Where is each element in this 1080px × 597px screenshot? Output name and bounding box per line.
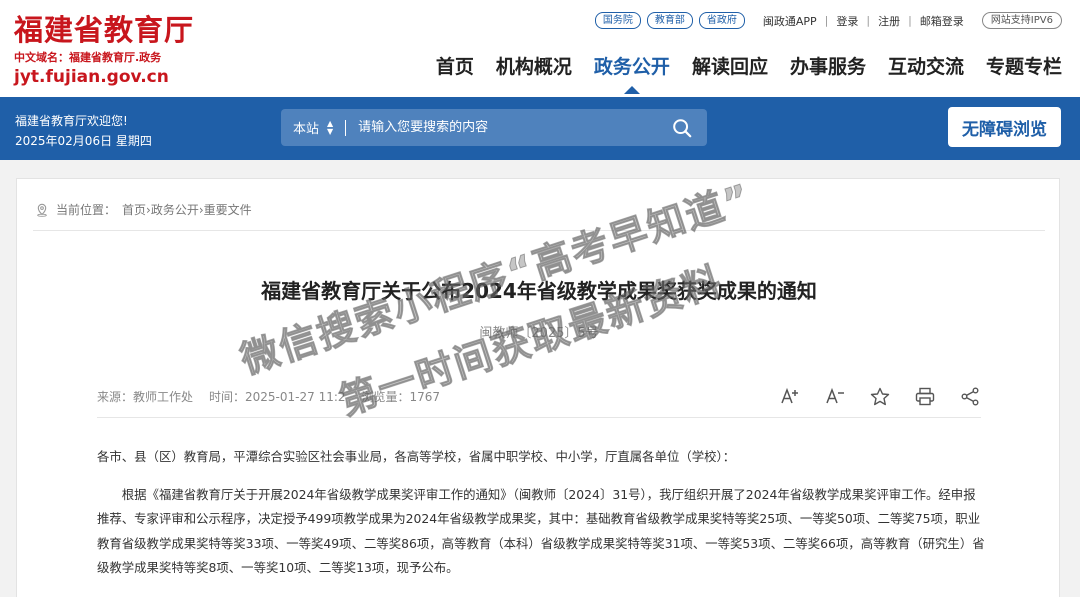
logo-title: 福建省教育厅 (14, 13, 195, 47)
nav-home[interactable]: 首页 (436, 52, 474, 79)
nav-government-affairs[interactable]: 政务公开 (593, 52, 670, 94)
site-header: 福建省教育厅 中文域名：福建省教育厅.政务 jyt.fujian.gov.cn … (0, 0, 1080, 97)
logo-subtitle: 中文域名：福建省教育厅.政务 (14, 51, 162, 64)
active-caret-icon (623, 86, 640, 94)
divider (33, 230, 1045, 231)
nav-special-topics[interactable]: 专题专栏 (986, 52, 1062, 79)
search-input[interactable] (358, 120, 671, 135)
link-ministry-of-education[interactable]: 教育部 (646, 12, 693, 29)
article-paragraph: 各市、县（区）教育局，平潭综合实验区社会事业局，各高等学校，省属中职学校、中小学… (97, 449, 736, 464)
divider (97, 417, 981, 418)
article-tools (756, 385, 981, 407)
link-register[interactable]: 注册 (878, 13, 900, 29)
link-mail-login[interactable]: 邮箱登录 (920, 13, 964, 29)
main-nav: 首页 机构概况 政务公开 解读回应 办事服务 互动交流 专题专栏 (414, 52, 1062, 94)
top-links: 国务院 教育部 省政府 闽政通APP | 登录 | 注册 | 邮箱登录 网站支持… (589, 12, 1062, 29)
favorite-star-icon[interactable] (869, 385, 891, 407)
divider: | (866, 14, 871, 27)
ipv6-badge: 网站支持IPV6 (981, 12, 1062, 29)
print-icon[interactable] (914, 385, 936, 407)
nav-interaction[interactable]: 互动交流 (888, 52, 964, 79)
search-scope-select[interactable]: 本站 (293, 118, 319, 137)
link-login[interactable]: 登录 (836, 13, 858, 29)
breadcrumb: 当前位置： 首页 › 政务公开 › 重要文件 (35, 201, 252, 218)
nav-organization[interactable]: 机构概况 (496, 52, 572, 79)
breadcrumb-government-affairs[interactable]: 政务公开 (151, 201, 199, 218)
blue-banner: 福建省教育厅欢迎您! 2025年02月06日 星期四 本站 ▲▼ 无障碍浏览 (0, 97, 1080, 160)
article-paragraph: 根据《福建省教育厅关于开展2024年省级教学成果奖评审工作的通知》（闽教师〔20… (97, 486, 985, 576)
article-body: 各市、县（区）教育局，平潭综合实验区社会事业局，各高等学校，省属中职学校、中小学… (97, 445, 985, 581)
current-date: 2025年02月06日 星期四 (15, 134, 152, 148)
site-logo[interactable]: 福建省教育厅 中文域名：福建省教育厅.政务 jyt.fujian.gov.cn (14, 12, 194, 87)
scope-arrows-icon[interactable]: ▲ ▼ (327, 119, 333, 136)
breadcrumb-label: 当前位置： (56, 203, 117, 217)
divider: | (824, 14, 829, 27)
share-icon[interactable] (959, 385, 981, 407)
nav-services[interactable]: 办事服务 (790, 52, 866, 79)
font-increase-icon[interactable] (779, 385, 801, 407)
search-icon[interactable] (671, 117, 693, 139)
accessibility-button[interactable]: 无障碍浏览 (948, 107, 1061, 147)
link-app[interactable]: 闽政通APP (763, 13, 817, 29)
welcome-text: 福建省教育厅欢迎您! (15, 114, 128, 128)
nav-interpretation[interactable]: 解读回应 (692, 52, 768, 79)
divider: | (908, 14, 912, 27)
breadcrumb-home[interactable]: 首页 (122, 201, 146, 218)
link-provincial-government[interactable]: 省政府 (698, 12, 745, 29)
article-time: 时间：2025-01-27 11:2 (209, 390, 346, 404)
font-decrease-icon[interactable] (824, 385, 846, 407)
search-bar: 本站 ▲ ▼ (281, 109, 707, 146)
welcome-block: 福建省教育厅欢迎您! 2025年02月06日 星期四 (15, 111, 152, 151)
logo-domain: jyt.fujian.gov.cn (14, 67, 169, 87)
nav-label: 政务公开 (593, 56, 670, 78)
link-state-council[interactable]: 国务院 (594, 12, 641, 29)
breadcrumb-important-documents[interactable]: 重要文件 (204, 201, 252, 218)
divider (345, 119, 347, 136)
article-source: 来源：教师工作处 (97, 390, 194, 404)
location-pin-icon (37, 203, 47, 217)
